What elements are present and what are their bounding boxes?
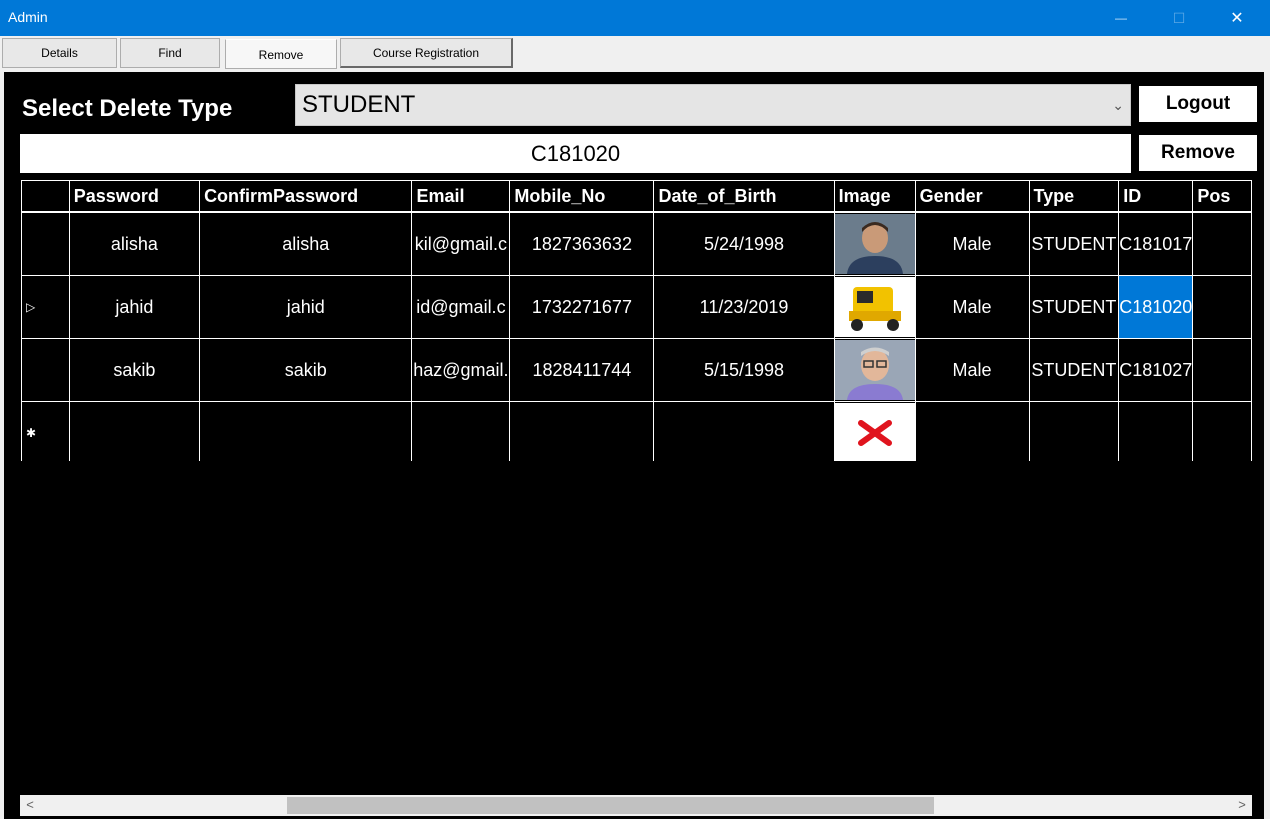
dob-cell[interactable]: 11/23/2019 <box>653 275 835 339</box>
dob-cell[interactable]: 5/15/1998 <box>653 338 835 402</box>
id-input[interactable]: C181020 <box>20 134 1131 173</box>
tab-details[interactable]: Details <box>2 38 117 68</box>
maximize-icon: ☐ <box>1172 9 1186 26</box>
pos-cell[interactable] <box>1192 401 1252 461</box>
image-cell[interactable] <box>833 401 916 461</box>
type-cell[interactable]: STUDENT <box>1028 338 1120 402</box>
column-header[interactable]: Mobile_No <box>509 180 655 213</box>
student-photo <box>835 214 915 274</box>
column-header[interactable]: Date_of_Birth <box>653 180 835 213</box>
student-photo <box>835 340 915 400</box>
table-row[interactable]: sakib sakib haz@gmail. 1828411744 5/15/1… <box>21 338 1252 402</box>
image-cell[interactable] <box>833 275 916 339</box>
pos-cell[interactable] <box>1192 275 1252 339</box>
password-cell[interactable]: alisha <box>68 211 201 276</box>
dob-cell[interactable]: 5/24/1998 <box>653 211 835 276</box>
password-cell[interactable] <box>68 401 201 461</box>
horizontal-scrollbar[interactable]: < > <box>20 795 1252 816</box>
row-header[interactable] <box>21 338 70 402</box>
email-cell[interactable] <box>411 401 511 461</box>
header-row: Password ConfirmPassword Email Mobile_No… <box>21 180 1252 213</box>
confirm-password-cell[interactable]: jahid <box>199 275 413 339</box>
password-cell[interactable]: sakib <box>68 338 201 402</box>
chevron-down-icon: ⌄ <box>1112 97 1124 113</box>
email-cell[interactable]: kil@gmail.c <box>411 211 511 276</box>
row-header[interactable]: ▷ <box>21 275 70 339</box>
email-cell[interactable]: id@gmail.c <box>411 275 511 339</box>
pos-cell[interactable] <box>1192 338 1252 402</box>
tab-course-registration[interactable]: Course Registration <box>340 38 513 68</box>
student-photo <box>835 277 915 337</box>
gender-cell[interactable] <box>914 401 1030 461</box>
remove-button[interactable]: Remove <box>1138 134 1258 172</box>
close-icon: ✕ <box>1230 10 1244 27</box>
confirm-password-cell[interactable]: sakib <box>199 338 413 402</box>
close-button[interactable]: ✕ <box>1214 0 1260 36</box>
scroll-left-icon[interactable]: < <box>22 797 38 814</box>
row-header-corner <box>21 180 70 213</box>
column-header[interactable]: Gender <box>914 180 1030 213</box>
gender-cell[interactable]: Male <box>914 275 1030 339</box>
image-cell[interactable] <box>833 211 916 276</box>
id-cell[interactable]: C181027 <box>1118 338 1194 402</box>
delete-type-label: Select Delete Type <box>22 95 233 122</box>
column-header[interactable]: ConfirmPassword <box>199 180 413 213</box>
id-cell[interactable]: C181017 <box>1118 211 1194 276</box>
confirm-password-cell[interactable] <box>199 401 413 461</box>
type-cell[interactable] <box>1028 401 1120 461</box>
mobile-cell[interactable]: 1732271677 <box>509 275 655 339</box>
column-header[interactable]: Pos <box>1192 180 1252 213</box>
pos-cell[interactable] <box>1192 211 1252 276</box>
row-header[interactable]: ✱ <box>21 401 70 461</box>
records-table: Password ConfirmPassword Email Mobile_No… <box>21 180 1252 461</box>
title-bar: Admin — ☐ ✕ <box>0 0 1270 36</box>
table-row[interactable]: alisha alisha kil@gmail.c 1827363632 5/2… <box>21 211 1252 276</box>
missing-image-icon <box>835 403 915 461</box>
mobile-cell[interactable]: 1827363632 <box>509 211 655 276</box>
dob-cell[interactable] <box>653 401 835 461</box>
window-title: Admin <box>8 9 48 25</box>
new-row[interactable]: ✱ <box>21 401 1252 461</box>
column-header[interactable]: Password <box>68 180 201 213</box>
minimize-button[interactable]: — <box>1098 0 1144 36</box>
id-cell[interactable] <box>1118 401 1194 461</box>
mobile-cell[interactable] <box>509 401 655 461</box>
delete-type-value: STUDENT <box>302 91 416 118</box>
tab-find[interactable]: Find <box>120 38 220 68</box>
table-row[interactable]: ▷ jahid jahid id@gmail.c 1732271677 11/2… <box>21 275 1252 339</box>
image-cell[interactable] <box>833 338 916 402</box>
scroll-right-icon[interactable]: > <box>1234 797 1250 814</box>
tab-strip: Details Find Remove Course Registration <box>0 36 1270 72</box>
gender-cell[interactable]: Male <box>914 338 1030 402</box>
tab-remove[interactable]: Remove <box>225 39 337 69</box>
column-header[interactable]: Type <box>1028 180 1120 213</box>
column-header[interactable]: Image <box>833 180 916 213</box>
logout-button[interactable]: Logout <box>1138 85 1258 123</box>
row-header[interactable] <box>21 211 70 276</box>
type-cell[interactable]: STUDENT <box>1028 275 1120 339</box>
gender-cell[interactable]: Male <box>914 211 1030 276</box>
maximize-button[interactable]: ☐ <box>1156 0 1202 36</box>
column-header[interactable]: Email <box>411 180 511 213</box>
confirm-password-cell[interactable]: alisha <box>199 211 413 276</box>
scrollbar-thumb[interactable] <box>287 797 934 814</box>
records-grid[interactable]: Password ConfirmPassword Email Mobile_No… <box>21 180 1252 461</box>
password-cell[interactable]: jahid <box>68 275 201 339</box>
delete-type-select[interactable]: STUDENT ⌄ <box>295 84 1131 126</box>
id-cell-selected[interactable]: C181020 <box>1118 275 1194 339</box>
email-cell[interactable]: haz@gmail. <box>411 338 511 402</box>
minimize-icon: — <box>1115 11 1127 25</box>
column-header[interactable]: ID <box>1118 180 1194 213</box>
type-cell[interactable]: STUDENT <box>1028 211 1120 276</box>
mobile-cell[interactable]: 1828411744 <box>509 338 655 402</box>
